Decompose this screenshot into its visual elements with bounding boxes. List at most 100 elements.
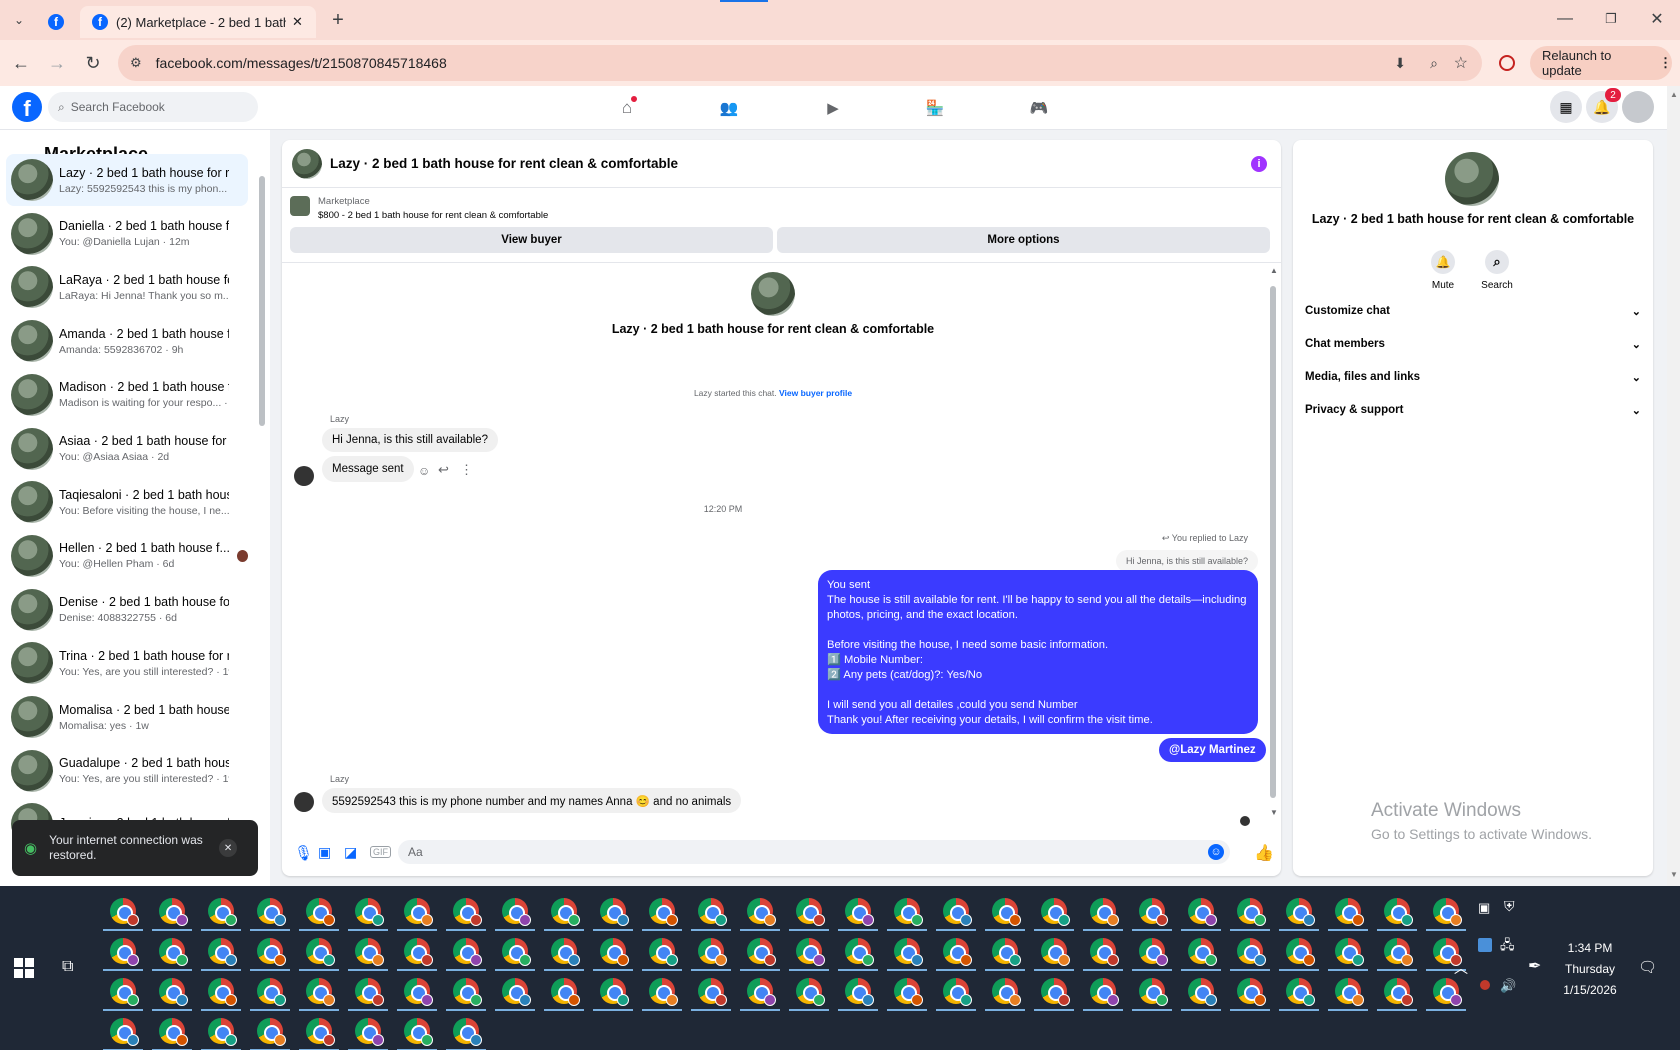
chrome-taskbar-icon[interactable] (159, 938, 188, 966)
chrome-taskbar-icon[interactable] (1237, 938, 1266, 966)
tab-list-chevron-icon[interactable]: ⌄ (8, 10, 30, 30)
chrome-taskbar-icon[interactable] (649, 978, 678, 1006)
chrome-taskbar-icon[interactable] (698, 898, 727, 926)
conversation-item[interactable]: Madison · 2 bed 1 bath house f... Madison… (6, 369, 248, 421)
chrome-taskbar-icon[interactable] (992, 898, 1021, 926)
chrome-taskbar-icon[interactable] (355, 1018, 384, 1046)
chrome-taskbar-icon[interactable] (453, 898, 482, 926)
chrome-taskbar-icon[interactable] (306, 898, 335, 926)
chrome-taskbar-icon[interactable] (600, 978, 629, 1006)
chat-scrollbar[interactable]: ▲ ▼ (1268, 266, 1278, 822)
more-menu-icon[interactable]: ⋮ (1659, 55, 1672, 71)
chrome-taskbar-icon[interactable] (1433, 938, 1462, 966)
minimize-icon[interactable]: — (1554, 8, 1576, 30)
more-actions-icon[interactable]: ⋮ (460, 462, 473, 478)
react-icon[interactable]: ☺ (418, 464, 430, 478)
video-icon[interactable]: ▶ (820, 96, 846, 120)
chrome-taskbar-icon[interactable] (649, 898, 678, 926)
chrome-taskbar-icon[interactable] (551, 898, 580, 926)
chrome-taskbar-icon[interactable] (894, 898, 923, 926)
chrome-taskbar-icon[interactable] (796, 898, 825, 926)
incoming-message[interactable]: Hi Jenna, is this still available? (322, 428, 498, 452)
close-window-icon[interactable]: ✕ (1646, 8, 1668, 30)
chrome-taskbar-icon[interactable] (208, 898, 237, 926)
chrome-taskbar-icon[interactable] (355, 978, 384, 1006)
forward-icon[interactable]: → (46, 52, 68, 74)
gaming-icon[interactable]: 🎮 (1026, 96, 1052, 120)
chrome-taskbar-icon[interactable] (208, 978, 237, 1006)
gif-icon[interactable]: GIF (370, 846, 391, 858)
tray-app-icon[interactable] (1478, 938, 1492, 952)
chrome-taskbar-icon[interactable] (845, 898, 874, 926)
sticker-icon[interactable]: ◪ (344, 844, 357, 861)
info-icon[interactable]: i (1251, 155, 1267, 172)
new-tab-icon[interactable]: + (326, 8, 350, 32)
chrome-taskbar-icon[interactable] (1237, 898, 1266, 926)
chrome-taskbar-icon[interactable] (257, 1018, 286, 1046)
chrome-taskbar-icon[interactable] (208, 1018, 237, 1046)
chrome-taskbar-icon[interactable] (1188, 938, 1217, 966)
chrome-taskbar-icon[interactable] (159, 1018, 188, 1046)
chrome-taskbar-icon[interactable] (943, 938, 972, 966)
chrome-taskbar-icon[interactable] (1139, 938, 1168, 966)
chrome-taskbar-icon[interactable] (600, 938, 629, 966)
start-windows-icon[interactable] (14, 958, 34, 978)
message-input[interactable]: Aa ☺ (398, 840, 1230, 864)
chrome-taskbar-icon[interactable] (747, 938, 776, 966)
chrome-taskbar-icon[interactable] (110, 978, 139, 1006)
mute-label[interactable]: Mute (1413, 280, 1473, 291)
chrome-taskbar-icon[interactable] (453, 1018, 482, 1046)
chrome-taskbar-icon[interactable] (796, 938, 825, 966)
search-label[interactable]: Search (1467, 280, 1527, 291)
conversation-item[interactable]: Denise · 2 bed 1 bath house for ... Denis… (6, 584, 248, 636)
chrome-taskbar-icon[interactable] (894, 938, 923, 966)
photo-icon[interactable]: ▣ (318, 844, 331, 861)
chrome-taskbar-icon[interactable] (747, 978, 776, 1006)
zoom-icon[interactable]: ⌕ (1430, 55, 1438, 72)
chrome-taskbar-icon[interactable] (747, 898, 776, 926)
chrome-taskbar-icon[interactable] (845, 978, 874, 1006)
system-clock[interactable]: 1:34 PM Thursday 1/15/2026 (1560, 938, 1620, 1001)
chrome-taskbar-icon[interactable] (1286, 898, 1315, 926)
chrome-taskbar-icon[interactable] (1188, 978, 1217, 1006)
chrome-taskbar-icon[interactable] (502, 978, 531, 1006)
chrome-taskbar-icon[interactable] (1286, 938, 1315, 966)
conversation-item[interactable]: Daniella · 2 bed 1 bath house fo... You: … (6, 208, 248, 260)
chrome-taskbar-icon[interactable] (404, 978, 433, 1006)
restore-icon[interactable]: ❐ (1600, 8, 1622, 30)
chrome-taskbar-icon[interactable] (159, 978, 188, 1006)
close-tab-icon[interactable]: ✕ (292, 14, 303, 30)
conversation-item[interactable]: Momalisa · 2 bed 1 bath house ... Momalis… (6, 691, 248, 743)
menu-grid-icon[interactable]: ▦ (1550, 91, 1582, 123)
search-facebook-input[interactable]: ⌕ Search Facebook (48, 92, 258, 122)
chrome-taskbar-icon[interactable] (649, 938, 678, 966)
search-icon[interactable]: ⌕ (1485, 250, 1509, 274)
chrome-taskbar-icon[interactable] (1090, 938, 1119, 966)
chrome-taskbar-icon[interactable] (355, 898, 384, 926)
friends-icon[interactable]: 👥 (716, 96, 742, 120)
conversation-item[interactable]: LaRaya · 2 bed 1 bath house for... LaRaya… (6, 261, 248, 313)
chrome-taskbar-icon[interactable] (110, 1018, 139, 1046)
chrome-taskbar-icon[interactable] (404, 1018, 433, 1046)
chrome-taskbar-icon[interactable] (992, 938, 1021, 966)
chrome-taskbar-icon[interactable] (845, 938, 874, 966)
active-tab[interactable]: f (2) Marketplace - 2 bed 1 bath h ✕ (80, 6, 316, 38)
chrome-taskbar-icon[interactable] (306, 938, 335, 966)
conversation-item[interactable]: Trina · 2 bed 1 bath house for re... You:… (6, 637, 248, 689)
microphone-icon[interactable]: 🎙 (294, 844, 313, 862)
info-section[interactable]: Chat members ⌄ (1305, 329, 1641, 359)
info-section[interactable]: Media, files and links ⌄ (1305, 362, 1641, 392)
chrome-taskbar-icon[interactable] (502, 938, 531, 966)
mute-bell-icon[interactable]: 🔔 (1431, 250, 1455, 274)
chrome-taskbar-icon[interactable] (1384, 898, 1413, 926)
chrome-taskbar-icon[interactable] (1041, 938, 1070, 966)
chat-header-avatar[interactable] (292, 148, 322, 179)
mention-bubble[interactable]: @Lazy Martinez (1159, 738, 1266, 762)
reply-icon[interactable]: ↩ (438, 462, 449, 478)
page-scrollbar[interactable]: ▲ ▼ (1667, 86, 1680, 886)
more-options-button[interactable]: More options (777, 227, 1270, 253)
chrome-taskbar-icon[interactable] (453, 938, 482, 966)
url-text[interactable]: facebook.com/messages/t/2150870845718468 (156, 55, 447, 71)
view-buyer-button[interactable]: View buyer (290, 227, 773, 253)
chrome-taskbar-icon[interactable] (943, 898, 972, 926)
